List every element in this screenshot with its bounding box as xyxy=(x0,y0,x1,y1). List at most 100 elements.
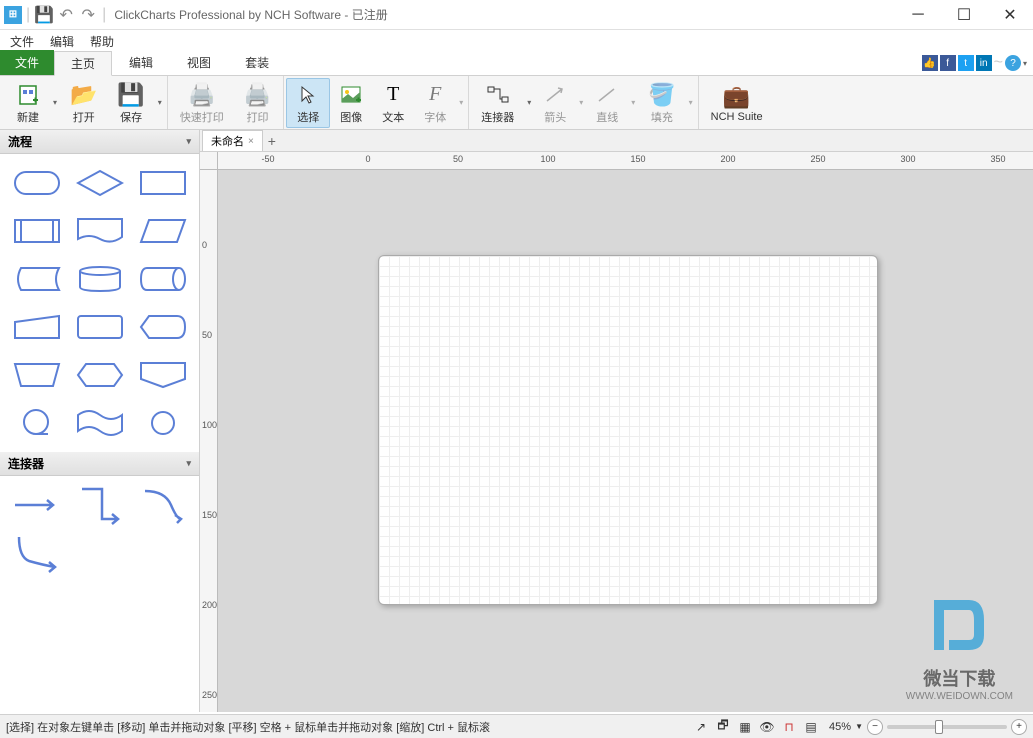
shape-decision[interactable] xyxy=(71,162,128,204)
connector-dropdown[interactable]: ▾ xyxy=(524,98,534,107)
ribbon-tab-view[interactable]: 视图 xyxy=(170,50,228,75)
ruler-corner xyxy=(200,152,218,170)
image-button[interactable]: 图像 xyxy=(330,78,372,128)
save-dropdown[interactable]: ▾ xyxy=(155,98,165,107)
linkedin-icon[interactable]: in xyxy=(976,55,992,71)
font-icon: F xyxy=(429,81,441,109)
line-icon xyxy=(596,81,618,109)
title-bar: ⊞ | 💾 ↶ ↷ | ClickCharts Professional by … xyxy=(0,0,1033,30)
image-icon xyxy=(340,81,362,109)
close-tab-icon[interactable]: × xyxy=(248,136,254,147)
grid-toggle-icon[interactable]: ▤ xyxy=(803,719,819,735)
menu-file[interactable]: 文件 xyxy=(2,31,42,52)
shape-offpage[interactable] xyxy=(134,354,191,396)
flow-shapes-grid xyxy=(0,154,199,452)
shape-data[interactable] xyxy=(134,210,191,252)
document-tab[interactable]: 未命名 × xyxy=(202,130,263,151)
shape-terminator[interactable] xyxy=(8,162,65,204)
connector-button[interactable]: 连接器 xyxy=(471,78,524,128)
close-button[interactable]: ✕ xyxy=(987,0,1033,30)
font-button[interactable]: F 字体 xyxy=(414,78,456,128)
select-button[interactable]: 选择 xyxy=(286,78,330,128)
zoom-slider[interactable] xyxy=(887,725,1007,729)
status-icon-3[interactable]: ▦ xyxy=(737,719,753,735)
shape-direct-data[interactable] xyxy=(134,258,191,300)
minimize-button[interactable]: ─ xyxy=(895,0,941,30)
status-bar: [选择] 在对象左键单击 [移动] 单击并拖动对象 [平移] 空格 + 鼠标单击… xyxy=(0,714,1033,738)
horizontal-ruler: -50 0 50 100 150 200 250 300 350 xyxy=(218,152,1033,170)
new-button[interactable]: 新建 xyxy=(6,78,50,128)
connector-elbow[interactable] xyxy=(71,484,128,526)
shape-database[interactable] xyxy=(71,258,128,300)
ribbon-tab-home[interactable]: 主页 xyxy=(54,51,112,76)
menu-edit[interactable]: 编辑 xyxy=(42,31,82,52)
new-icon xyxy=(16,81,40,109)
print-button[interactable]: 🖨️ 打印 xyxy=(234,78,281,128)
shape-preparation[interactable] xyxy=(71,354,128,396)
ribbon-tab-edit[interactable]: 编辑 xyxy=(112,50,170,75)
font-dropdown[interactable]: ▾ xyxy=(456,98,466,107)
fill-icon: 🪣 xyxy=(648,81,675,109)
fill-dropdown[interactable]: ▾ xyxy=(686,98,696,107)
main-area: 流程 ▾ 连接器 ▾ xyxy=(0,130,1033,712)
new-dropdown[interactable]: ▾ xyxy=(50,98,60,107)
suite-icon: 💼 xyxy=(723,83,750,111)
menu-help[interactable]: 帮助 xyxy=(82,31,122,52)
help-icon[interactable]: ? xyxy=(1005,55,1021,71)
shape-document[interactable] xyxy=(71,210,128,252)
shape-stored-data[interactable] xyxy=(8,258,65,300)
shape-sequential[interactable] xyxy=(8,402,65,444)
twitter-icon[interactable]: t xyxy=(958,55,974,71)
nch-suite-button[interactable]: 💼 NCH Suite xyxy=(701,78,773,128)
status-icon-1[interactable]: ↗ xyxy=(693,719,709,735)
zoom-thumb[interactable] xyxy=(935,720,943,734)
cursor-icon xyxy=(297,81,319,109)
zoom-in-button[interactable]: + xyxy=(1011,719,1027,735)
zoom-dropdown[interactable]: ▼ xyxy=(855,722,863,731)
arrow-dropdown[interactable]: ▾ xyxy=(576,98,586,107)
magnet-icon[interactable]: ⊓ xyxy=(781,719,797,735)
status-icon-2[interactable]: 🗗 xyxy=(715,719,731,735)
zoom-out-button[interactable]: − xyxy=(867,719,883,735)
line-dropdown[interactable]: ▾ xyxy=(628,98,638,107)
add-tab-button[interactable]: + xyxy=(263,133,281,149)
panel-header-flow[interactable]: 流程 ▾ xyxy=(0,130,199,154)
connector-curve[interactable] xyxy=(134,484,191,526)
connector-icon xyxy=(486,81,510,109)
connector-elbow2[interactable] xyxy=(8,532,65,574)
thumbs-up-icon[interactable]: 👍 xyxy=(922,55,938,71)
arrow-button[interactable]: 箭头 xyxy=(534,78,576,128)
save-button[interactable]: 💾 保存 xyxy=(107,78,154,128)
save-icon: 💾 xyxy=(117,81,144,109)
text-button[interactable]: T 文本 xyxy=(372,78,414,128)
shape-predefined[interactable] xyxy=(8,210,65,252)
maximize-button[interactable]: ☐ xyxy=(941,0,987,30)
canvas-background[interactable] xyxy=(218,170,1033,712)
shape-card[interactable] xyxy=(71,306,128,348)
shape-connector-circle[interactable] xyxy=(134,402,191,444)
zoom-label: 45% xyxy=(829,721,851,733)
facebook-icon[interactable]: f xyxy=(940,55,956,71)
quick-print-button[interactable]: 🖨️ 快速打印 xyxy=(170,78,234,128)
undo-icon[interactable]: ↶ xyxy=(56,5,76,25)
open-button[interactable]: 📂 打开 xyxy=(60,78,107,128)
print-icon: 🖨️ xyxy=(244,81,271,109)
page[interactable] xyxy=(378,255,878,605)
eye-icon[interactable]: 👁 xyxy=(759,719,775,735)
ribbon-tab-suite[interactable]: 套装 xyxy=(228,50,286,75)
ribbon-tab-file[interactable]: 文件 xyxy=(0,50,54,75)
shape-manual-input[interactable] xyxy=(8,306,65,348)
quick-print-icon: 🖨️ xyxy=(188,81,215,109)
vertical-ruler: 0 50 100 150 200 250 xyxy=(200,170,218,712)
line-button[interactable]: 直线 xyxy=(586,78,628,128)
panel-header-connectors[interactable]: 连接器 ▾ xyxy=(0,452,199,476)
save-quick-icon[interactable]: 💾 xyxy=(34,5,54,25)
shape-tape[interactable] xyxy=(71,402,128,444)
connector-straight[interactable] xyxy=(8,484,65,526)
shape-display[interactable] xyxy=(134,306,191,348)
shape-manual-op[interactable] xyxy=(8,354,65,396)
ribbon-tab-strip: 文件 主页 编辑 视图 套装 👍 f t in ~ ? ▾ xyxy=(0,52,1033,76)
redo-icon[interactable]: ↷ xyxy=(78,5,98,25)
fill-button[interactable]: 🪣 填充 xyxy=(638,78,685,128)
shape-process[interactable] xyxy=(134,162,191,204)
